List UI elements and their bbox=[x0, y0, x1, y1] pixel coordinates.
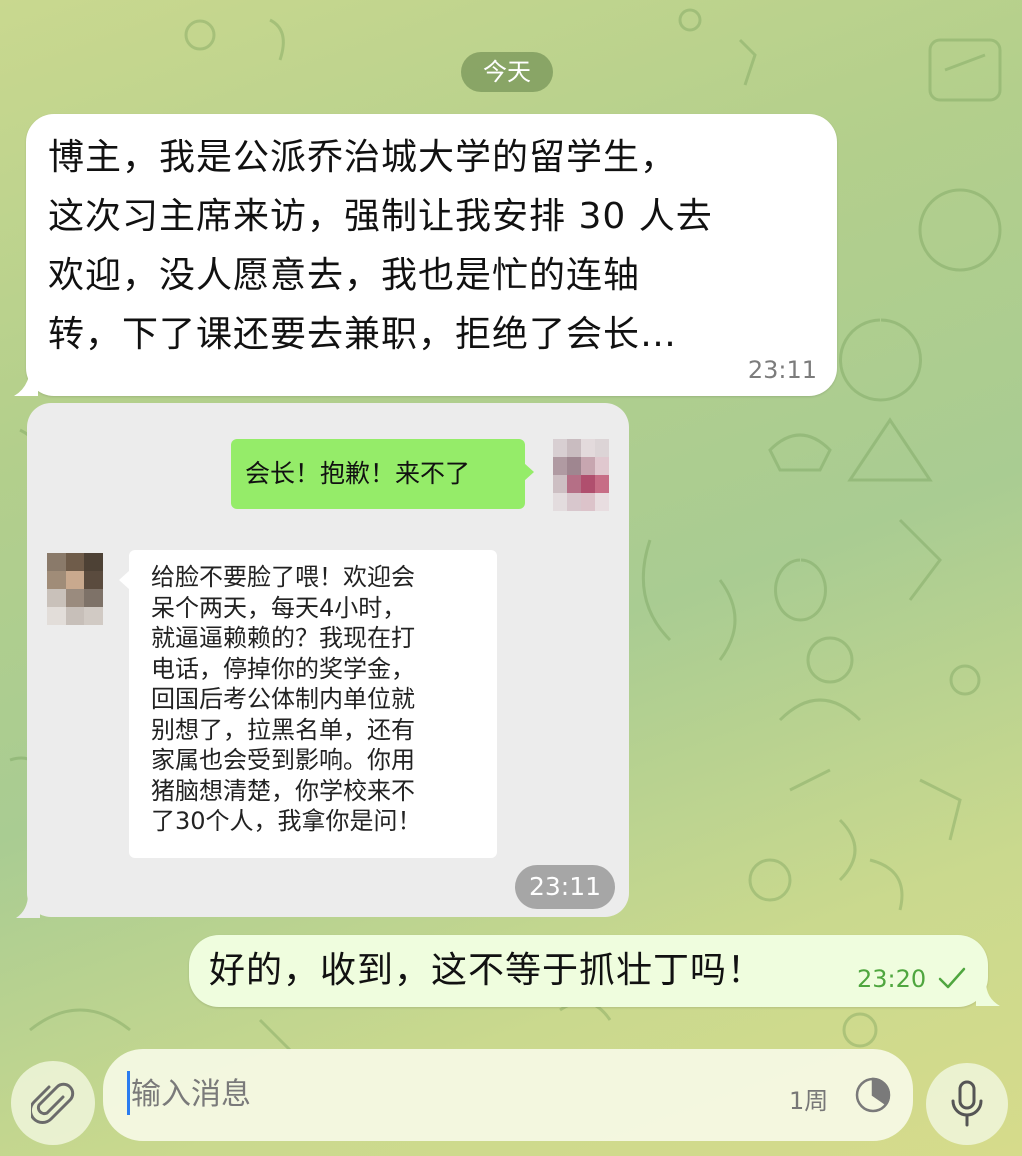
message-line: 转，下了课还要去兼职，拒绝了会长… bbox=[48, 314, 678, 355]
avatar bbox=[553, 439, 609, 511]
auto-delete-timer-label[interactable]: 1周 bbox=[789, 1081, 828, 1116]
message-line: 博主，我是公派乔治城大学的留学生， bbox=[48, 137, 678, 178]
message-input[interactable] bbox=[129, 1063, 733, 1125]
check-icon bbox=[938, 967, 966, 989]
microphone-button[interactable] bbox=[926, 1063, 1008, 1145]
message-line: 猪脑想清楚，你学校来不 bbox=[151, 776, 415, 805]
message-time: 23:11 bbox=[515, 865, 615, 909]
message-line: 家属也会受到影响。你用 bbox=[151, 746, 415, 774]
sent-message-bubble: 会长！抱歉！来不了 bbox=[231, 439, 525, 509]
message-line: 电话，停掉你的奖学金， bbox=[151, 654, 415, 683]
message-line: 呆个两天，每天4小时， bbox=[151, 593, 407, 622]
bubble-tail bbox=[16, 894, 40, 918]
bubble-tail bbox=[119, 571, 129, 589]
bubble-tail bbox=[524, 463, 534, 481]
message-line: 这次习主席来访，强制让我安排 30 人去 bbox=[48, 196, 713, 237]
avatar bbox=[47, 553, 103, 625]
outgoing-message-text: 好的，收到，这不等于抓壮丁吗！ bbox=[209, 950, 765, 991]
message-time: 23:11 bbox=[747, 356, 817, 384]
message-line: 回国后考公体制内单位就 bbox=[151, 685, 415, 713]
date-separator: 今天 bbox=[461, 52, 553, 92]
attach-button[interactable] bbox=[11, 1061, 95, 1145]
outgoing-message-bubble[interactable]: 好的，收到，这不等于抓壮丁吗！ 23:20 bbox=[189, 935, 988, 1007]
bubble-tail bbox=[976, 982, 1000, 1006]
received-message-bubble: 给脸不要脸了喂！欢迎会 呆个两天，每天4小时， 就逼逼赖赖的？我现在打 电话，停… bbox=[129, 550, 497, 858]
microphone-icon bbox=[951, 1080, 983, 1127]
forwarded-screenshot-image[interactable]: 会长！抱歉！来不了 给脸不要脸了喂！欢迎会 呆个两天，每天4小时， 就逼逼赖赖的… bbox=[27, 403, 629, 917]
message-line: 了30个人，我拿你是问！ bbox=[151, 807, 422, 835]
message-input-container[interactable]: 1周 bbox=[103, 1049, 913, 1141]
received-message-text: 给脸不要脸了喂！欢迎会 呆个两天，每天4小时， 就逼逼赖赖的？我现在打 电话，停… bbox=[151, 562, 487, 837]
message-line: 别想了，拉黑名单，还有 bbox=[151, 715, 415, 744]
incoming-message-bubble[interactable]: 博主，我是公派乔治城大学的留学生， 这次习主席来访，强制让我安排 30 人去 欢… bbox=[26, 114, 837, 396]
message-line: 就逼逼赖赖的？我现在打 bbox=[151, 624, 415, 652]
message-line: 给脸不要脸了喂！欢迎会 bbox=[151, 563, 415, 591]
message-line: 欢迎，没人愿意去，我也是忙的连轴 bbox=[48, 255, 641, 296]
incoming-message-text: 博主，我是公派乔治城大学的留学生， 这次习主席来访，强制让我安排 30 人去 欢… bbox=[48, 128, 823, 364]
bubble-tail bbox=[14, 370, 38, 396]
message-time: 23:20 bbox=[857, 965, 927, 993]
timer-icon[interactable] bbox=[853, 1075, 893, 1115]
paperclip-icon bbox=[31, 1082, 75, 1124]
